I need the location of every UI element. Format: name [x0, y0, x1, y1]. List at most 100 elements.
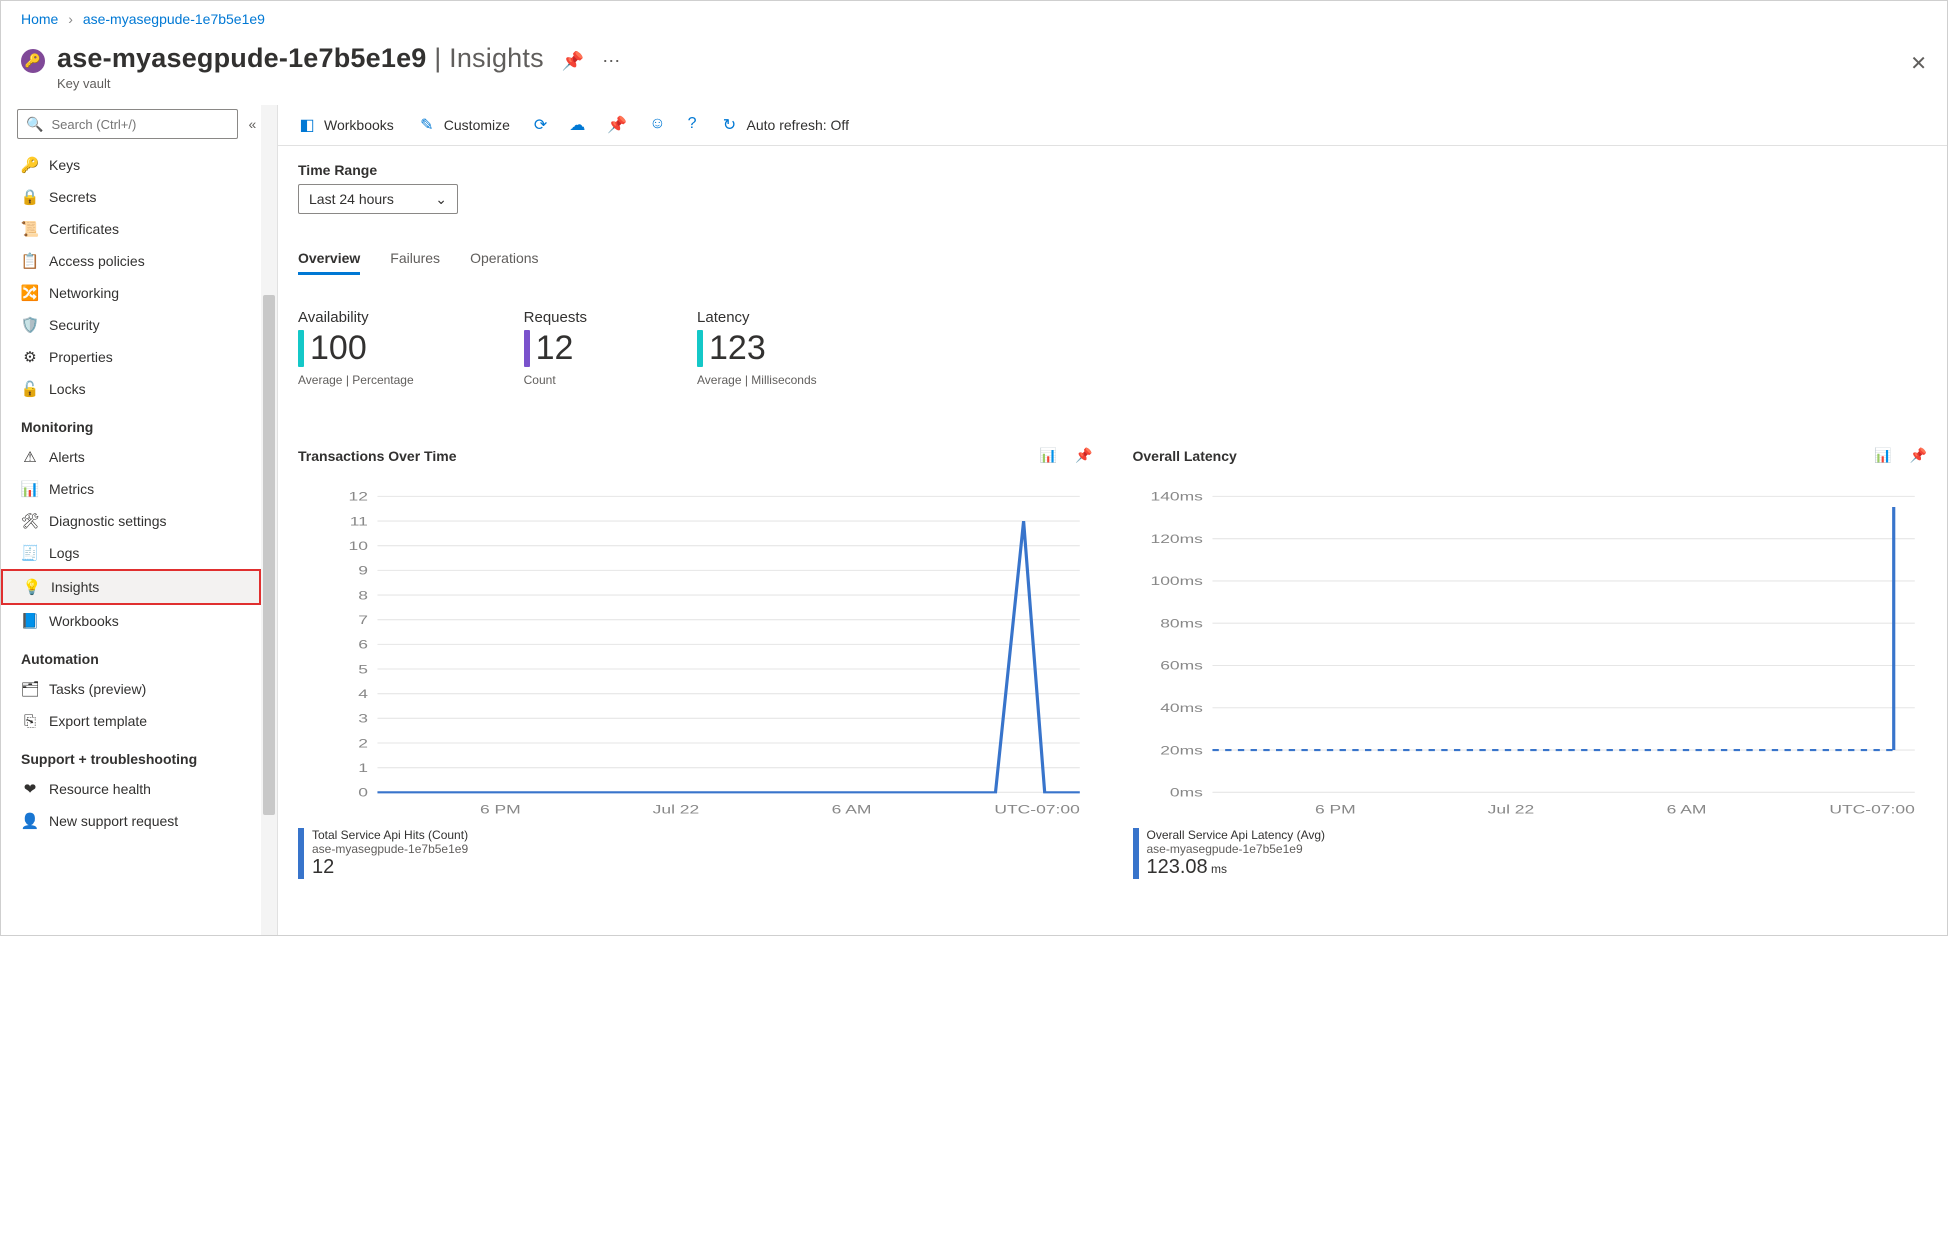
kpi-latency: Latency 123 Average | Milliseconds: [697, 309, 817, 387]
sidebar-section-automation: Automation: [1, 637, 261, 673]
svg-text:UTC-07:00: UTC-07:00: [1829, 805, 1914, 818]
sidebar-search[interactable]: 🔍: [17, 109, 238, 139]
networking-icon: 🔀: [21, 284, 39, 302]
new-support-request-icon: 👤: [21, 812, 39, 830]
breadcrumb-home[interactable]: Home: [21, 11, 58, 27]
search-input[interactable]: [49, 116, 229, 133]
sidebar-item-secrets[interactable]: 🔒Secrets: [1, 181, 261, 213]
pin-icon[interactable]: 📌: [562, 51, 584, 72]
time-range-dropdown[interactable]: Last 24 hours ⌄: [298, 184, 458, 214]
svg-text:20ms: 20ms: [1160, 745, 1203, 758]
tab-failures[interactable]: Failures: [390, 250, 440, 275]
sidebar-item-locks[interactable]: 🔓Locks: [1, 373, 261, 405]
sidebar-item-export-template[interactable]: ⎘Export template: [1, 705, 261, 737]
refresh-icon[interactable]: ⟳: [534, 115, 547, 135]
feedback-icon[interactable]: ☺: [649, 115, 665, 135]
metrics-icon[interactable]: 📊: [1874, 447, 1891, 464]
svg-text:2: 2: [358, 738, 368, 751]
svg-text:4: 4: [358, 689, 368, 702]
sidebar-item-keys[interactable]: 🔑Keys: [1, 149, 261, 181]
metric-resource: ase-myasegpude-1e7b5e1e9: [312, 842, 468, 856]
sidebar-item-workbooks[interactable]: 📘Workbooks: [1, 605, 261, 637]
resource-health-icon: ❤: [21, 780, 39, 798]
toolbar: ◧ Workbooks ✎ Customize ⟳ ☁ 📌 ☺ ? ↻ Auto…: [278, 105, 1947, 146]
tab-overview[interactable]: Overview: [298, 250, 360, 275]
metric-name: Overall Service Api Latency (Avg): [1147, 828, 1326, 842]
resource-type-label: Key vault: [57, 76, 544, 91]
metric-unit: ms: [1208, 862, 1227, 876]
chevron-down-icon: ⌄: [435, 191, 447, 208]
svg-text:1: 1: [358, 763, 368, 776]
sidebar-item-resource-health[interactable]: ❤Resource health: [1, 773, 261, 805]
metrics-icon: 📊: [21, 480, 39, 498]
chart-title: Transactions Over Time: [298, 448, 1040, 464]
cloud-icon[interactable]: ☁: [569, 115, 585, 135]
svg-text:UTC-07:00: UTC-07:00: [994, 805, 1079, 818]
sidebar-item-insights[interactable]: 💡Insights: [1, 569, 261, 605]
sidebar-item-tasks-preview-[interactable]: 🗂Tasks (preview): [1, 673, 261, 705]
pin-icon[interactable]: 📌: [1075, 447, 1092, 464]
search-icon: 🔍: [26, 116, 43, 133]
pin-chart-icon[interactable]: 📌: [607, 115, 627, 135]
svg-text:6 PM: 6 PM: [1314, 805, 1355, 818]
svg-text:Jul 22: Jul 22: [1487, 805, 1534, 818]
help-icon[interactable]: ?: [688, 115, 697, 135]
auto-refresh-button[interactable]: ↻ Auto refresh: Off: [721, 115, 849, 135]
svg-text:6: 6: [358, 640, 368, 653]
svg-text:11: 11: [350, 516, 368, 529]
tasks-preview--icon: 🗂: [21, 680, 39, 698]
sidebar-item-diagnostic-settings[interactable]: 🛠Diagnostic settings: [1, 505, 261, 537]
metrics-icon[interactable]: 📊: [1040, 447, 1057, 464]
chart-transactions: Transactions Over Time📊📌0123456789101112…: [298, 447, 1093, 879]
close-icon[interactable]: ✕: [1910, 51, 1927, 76]
page-title: ase-myasegpude-1e7b5e1e9 | Insights: [57, 43, 544, 74]
breadcrumb-separator: ›: [68, 11, 73, 27]
svg-text:Jul 22: Jul 22: [653, 805, 700, 818]
svg-text:12: 12: [348, 492, 367, 505]
svg-text:6 AM: 6 AM: [1666, 805, 1706, 818]
sidebar-item-security[interactable]: 🛡️Security: [1, 309, 261, 341]
page-header: 🔑 ase-myasegpude-1e7b5e1e9 | Insights Ke…: [1, 37, 1947, 105]
svg-text:8: 8: [358, 590, 368, 603]
more-icon[interactable]: ⋯: [602, 51, 620, 72]
pin-icon[interactable]: 📌: [1910, 447, 1927, 464]
secrets-icon: 🔒: [21, 188, 39, 206]
chart-metric-footer: Total Service Api Hits (Count)ase-myaseg…: [298, 828, 1093, 879]
collapse-sidebar-icon[interactable]: «: [248, 116, 256, 132]
tab-operations[interactable]: Operations: [470, 250, 538, 275]
locks-icon: 🔓: [21, 380, 39, 398]
time-range-label: Time Range: [298, 162, 1927, 178]
sidebar-item-logs[interactable]: 🧾Logs: [1, 537, 261, 569]
svg-text:6 AM: 6 AM: [832, 805, 872, 818]
breadcrumb-resource[interactable]: ase-myasegpude-1e7b5e1e9: [83, 11, 265, 27]
insights-icon: 💡: [23, 578, 41, 596]
breadcrumb: Home › ase-myasegpude-1e7b5e1e9: [1, 1, 1947, 37]
svg-text:60ms: 60ms: [1160, 661, 1203, 674]
sidebar-item-alerts[interactable]: ⚠Alerts: [1, 441, 261, 473]
sidebar: 🔍 « 🔑Keys🔒Secrets📜Certificates📋Access po…: [1, 105, 261, 935]
workbooks-icon: 📘: [21, 612, 39, 630]
sidebar-item-new-support-request[interactable]: 👤New support request: [1, 805, 261, 837]
sidebar-item-access-policies[interactable]: 📋Access policies: [1, 245, 261, 277]
logs-icon: 🧾: [21, 544, 39, 562]
access-policies-icon: 📋: [21, 252, 39, 270]
sidebar-section-monitoring: Monitoring: [1, 405, 261, 441]
sidebar-item-properties[interactable]: ⚙Properties: [1, 341, 261, 373]
svg-text:0ms: 0ms: [1169, 788, 1202, 801]
sidebar-item-networking[interactable]: 🔀Networking: [1, 277, 261, 309]
svg-text:40ms: 40ms: [1160, 703, 1203, 716]
svg-text:9: 9: [358, 566, 368, 579]
metric-value: 123.08: [1147, 856, 1208, 878]
sidebar-scrollbar[interactable]: [261, 105, 277, 935]
diagnostic-settings-icon: 🛠: [21, 512, 39, 530]
svg-text:100ms: 100ms: [1150, 576, 1202, 589]
alerts-icon: ⚠: [21, 448, 39, 466]
svg-text:7: 7: [358, 615, 368, 628]
svg-text:0: 0: [358, 788, 368, 801]
tab-bar: Overview Failures Operations: [298, 250, 1927, 275]
workbooks-button[interactable]: ◧ Workbooks: [298, 115, 394, 135]
customize-button[interactable]: ✎ Customize: [418, 115, 510, 135]
sidebar-item-metrics[interactable]: 📊Metrics: [1, 473, 261, 505]
svg-text:10: 10: [348, 541, 367, 554]
sidebar-item-certificates[interactable]: 📜Certificates: [1, 213, 261, 245]
